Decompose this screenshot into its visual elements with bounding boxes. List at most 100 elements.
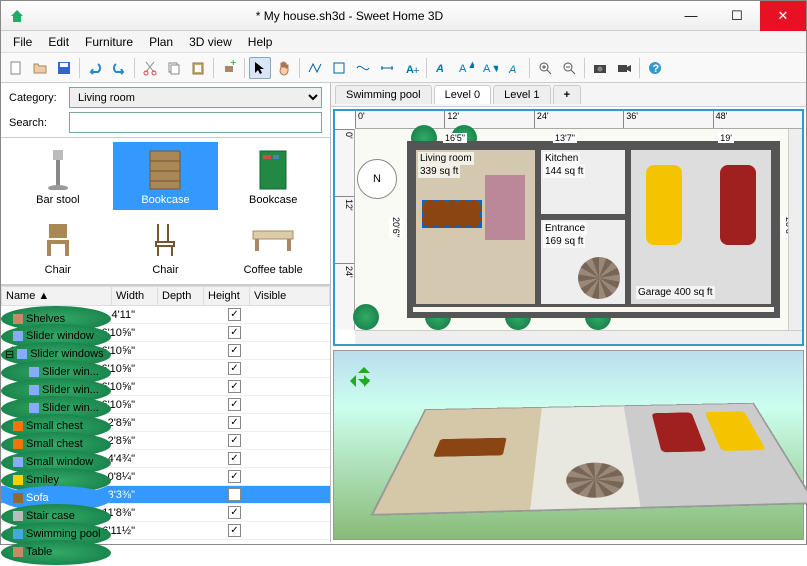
catalog-item[interactable]: Bookcase [220, 142, 326, 210]
sofa-selected[interactable] [422, 200, 482, 228]
ruler-vertical: 0'12'24' [335, 129, 355, 330]
col-name[interactable]: Name ▲ [2, 287, 112, 306]
table-row[interactable]: Small chest2'8¼"1'6¼"2'8⅝"✓ [1, 414, 330, 432]
visible-checkbox[interactable]: ✓ [228, 452, 241, 465]
3d-view[interactable] [333, 350, 804, 540]
room-entrance[interactable]: Entrance 169 sq ft [538, 217, 628, 307]
3d-house-model [370, 403, 807, 516]
menu-help[interactable]: Help [240, 33, 281, 51]
table-row[interactable]: Swimming pool27'3½"11'1½"6'11½"✓ [1, 522, 330, 540]
table-row[interactable]: Small window2'4"1'1⅝"4'4¾"✓ [1, 450, 330, 468]
undo-button[interactable] [84, 57, 106, 79]
nav-up-icon[interactable] [358, 361, 370, 373]
pan-tool-button[interactable] [273, 57, 295, 79]
room-tool-button[interactable] [328, 57, 350, 79]
menu-file[interactable]: File [5, 33, 40, 51]
cell-visible: ✓ [139, 522, 330, 540]
polyline-tool-button[interactable] [352, 57, 374, 79]
table-row[interactable]: Slider win...4'11"0'10⅝"6'10⅝"✓ [1, 396, 330, 414]
table-row[interactable]: Stair case7'1"7'0½"11'8⅜"✓ [1, 504, 330, 522]
table-row[interactable]: ⊟ Slider windows14'9⅛"0'10⅞"6'10⅝"✓ [1, 342, 330, 360]
table-row[interactable]: Slider window4'11"0'10⅝"6'10⅝"✓ [1, 324, 330, 342]
wall-tool-button[interactable] [304, 57, 326, 79]
text-size-dec-button[interactable]: A▼ [479, 57, 501, 79]
3d-nav-control[interactable] [344, 361, 384, 401]
select-tool-button[interactable] [249, 57, 271, 79]
text-bold-button[interactable]: A [431, 57, 453, 79]
visible-checkbox[interactable]: ✓ [228, 344, 241, 357]
visible-checkbox[interactable]: ✓ [228, 506, 241, 519]
text-italic-button[interactable]: A [503, 57, 525, 79]
room-kitchen[interactable]: Kitchen 144 sq ft [538, 147, 628, 217]
table-row[interactable]: Table1'11⅝"4'7⅛"2'9½"✓ [1, 540, 330, 543]
save-button[interactable] [53, 57, 75, 79]
visible-checkbox[interactable]: ✓ [228, 434, 241, 447]
visible-checkbox[interactable]: ✓ [228, 326, 241, 339]
catalog-item[interactable]: Coffee table [220, 212, 326, 280]
text-tool-button[interactable]: A+ [400, 57, 422, 79]
category-label: Category: [9, 92, 63, 104]
minimize-button[interactable]: — [668, 1, 714, 31]
paste-button[interactable] [187, 57, 209, 79]
redo-button[interactable] [108, 57, 130, 79]
table-row[interactable]: Slider win...4'11"0'10⅝"6'10⅝"✓ [1, 360, 330, 378]
table-row[interactable]: Shelves4'11"1'3¾"4'11"✓ [1, 306, 330, 324]
room-garage[interactable]: Garage 400 sq ft [628, 147, 774, 307]
video-button[interactable] [613, 57, 635, 79]
maximize-button[interactable]: ☐ [714, 1, 760, 31]
col-width[interactable]: Width [112, 287, 158, 306]
table-row[interactable]: Sofa6'3¾"2'11½"3'3⅜"✓ [1, 486, 330, 504]
search-input[interactable] [69, 112, 322, 133]
visible-checkbox[interactable]: ✓ [228, 308, 241, 321]
horizontal-scrollbar[interactable] [355, 330, 802, 344]
open-button[interactable] [29, 57, 51, 79]
help-button[interactable]: ? [644, 57, 666, 79]
catalog-item[interactable]: Bar stool [5, 142, 111, 210]
furniture-thumb-icon [34, 218, 82, 262]
close-button[interactable]: ✕ [760, 1, 806, 31]
nav-left-icon[interactable] [344, 375, 356, 387]
add-furniture-button[interactable]: + [218, 57, 240, 79]
plan-canvas[interactable]: N 16'5" 13'7" 19' 20'6" 20'6" Living roo… [355, 129, 788, 330]
col-visible[interactable]: Visible [250, 287, 330, 306]
visible-checkbox[interactable]: ✓ [228, 524, 241, 537]
room-living[interactable]: Living room 339 sq ft [413, 147, 538, 307]
catalog-item[interactable]: Bookcase [113, 142, 219, 210]
tab-swimming-pool[interactable]: Swimming pool [335, 85, 432, 104]
catalog-item-label: Chair [45, 264, 71, 276]
nav-right-icon[interactable] [364, 375, 376, 387]
furniture-catalog[interactable]: Bar stoolBookcaseBookcaseChairChairCoffe… [1, 138, 330, 285]
text-size-inc-button[interactable]: A▲ [455, 57, 477, 79]
catalog-item-label: Bar stool [36, 194, 79, 206]
category-select[interactable]: Living room [69, 87, 322, 108]
visible-checkbox[interactable]: ✓ [228, 470, 241, 483]
tab-level0[interactable]: Level 0 [434, 85, 491, 104]
col-depth[interactable]: Depth [158, 287, 204, 306]
menu-3dview[interactable]: 3D view [181, 33, 240, 51]
plan-view[interactable]: 0'12'24'36'48' 0'12'24' N 16'5" 13'7" 19… [333, 109, 804, 346]
menu-edit[interactable]: Edit [40, 33, 77, 51]
catalog-item[interactable]: Chair [5, 212, 111, 280]
table-row[interactable]: Slider win...4'11"0'10⅝"6'10⅝"✓ [1, 378, 330, 396]
zoom-in-button[interactable] [534, 57, 556, 79]
visible-checkbox[interactable]: ✓ [228, 362, 241, 375]
col-height[interactable]: Height [204, 287, 250, 306]
tab-add[interactable]: + [553, 85, 581, 104]
zoom-out-button[interactable] [558, 57, 580, 79]
menu-plan[interactable]: Plan [141, 33, 181, 51]
cut-button[interactable] [139, 57, 161, 79]
visible-checkbox[interactable]: ✓ [228, 380, 241, 393]
copy-button[interactable] [163, 57, 185, 79]
photo-button[interactable] [589, 57, 611, 79]
dimension-tool-button[interactable] [376, 57, 398, 79]
menu-furniture[interactable]: Furniture [77, 33, 141, 51]
new-button[interactable] [5, 57, 27, 79]
tab-level1[interactable]: Level 1 [493, 85, 550, 104]
visible-checkbox[interactable]: ✓ [228, 488, 241, 501]
table-row[interactable]: Small chest2'8¼"1'6¼"2'8⅝"✓ [1, 432, 330, 450]
vertical-scrollbar[interactable] [788, 129, 802, 330]
catalog-item[interactable]: Chair [113, 212, 219, 280]
visible-checkbox[interactable]: ✓ [228, 416, 241, 429]
table-row[interactable]: Smiley0'5¼"0'5¼"0'8¼"✓ [1, 468, 330, 486]
visible-checkbox[interactable]: ✓ [228, 398, 241, 411]
